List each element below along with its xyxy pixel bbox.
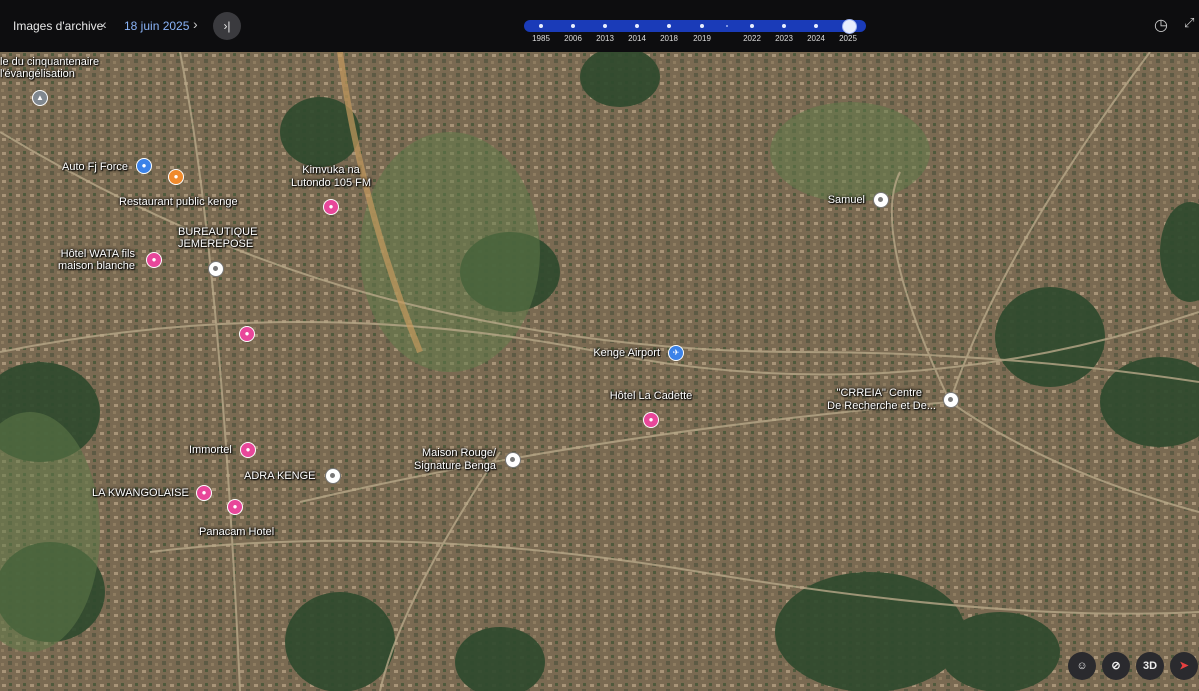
place-label[interactable]: maison blanche [58, 260, 135, 272]
place-label[interactable]: Signature Benga [414, 460, 496, 472]
location-pin-icon[interactable] [325, 468, 341, 484]
timeline-dot[interactable] [635, 24, 639, 28]
timeline-dot[interactable] [539, 24, 543, 28]
timeline-dot[interactable] [571, 24, 575, 28]
3d-button[interactable]: 3D [1136, 652, 1164, 680]
timeline-year[interactable]: 2024 [807, 34, 825, 43]
timeline-dot[interactable] [667, 24, 671, 28]
timeline-dot[interactable] [603, 24, 607, 28]
location-pin-icon[interactable] [943, 392, 959, 408]
archive-label: Images d'archive [13, 19, 104, 33]
satellite-imagery [0, 52, 1199, 691]
date-display: 18 juin 2025 [124, 19, 190, 33]
place-label[interactable]: Lutondo 105 FM [291, 177, 371, 189]
place-label[interactable]: Immortel [189, 444, 232, 456]
place-label[interactable]: Maison Rouge/ [422, 447, 496, 459]
chevron-right-icon[interactable]: › [193, 16, 198, 32]
place-label[interactable]: ADRA KENGE [244, 470, 316, 482]
top-toolbar: Images d'archive ‹ 18 juin 2025 › ›| 198… [0, 0, 1199, 52]
timeline-year[interactable]: 2006 [564, 34, 582, 43]
hotel-icon[interactable]: ● [240, 442, 256, 458]
place-label[interactable]: Samuel [828, 194, 865, 206]
radio-station-icon[interactable]: ● [323, 199, 339, 215]
restaurant-icon[interactable]: ● [168, 169, 184, 185]
place-label[interactable]: Kenge Airport [593, 347, 660, 359]
timeline-year[interactable]: 2022 [743, 34, 761, 43]
timeline-dot[interactable] [814, 24, 818, 28]
place-label[interactable]: "CRREIA" Centre [837, 387, 922, 399]
timeline-year[interactable]: 2014 [628, 34, 646, 43]
place-label[interactable]: De Recherche et De... [827, 400, 936, 412]
hotel-icon[interactable]: ● [227, 499, 243, 515]
timeline-year[interactable]: 2018 [660, 34, 678, 43]
chevron-left-icon[interactable]: ‹ [102, 16, 107, 32]
place-label[interactable]: le du cinquantenaire [0, 56, 99, 68]
hotel-icon[interactable]: ● [643, 412, 659, 428]
timeline-year[interactable]: 2025 [839, 34, 857, 43]
compass-icon[interactable]: ➤ [1170, 652, 1198, 680]
timeline-handle[interactable] [842, 19, 857, 34]
location-pin-icon[interactable] [208, 261, 224, 277]
airport-icon[interactable]: ✈ [668, 345, 684, 361]
place-label[interactable]: BUREAUTIQUE [178, 226, 257, 238]
timeline-dot[interactable] [782, 24, 786, 28]
hotel-icon[interactable]: ● [196, 485, 212, 501]
place-label[interactable]: l'évangélisation [0, 68, 75, 80]
pegman-icon[interactable]: ☺ [1068, 652, 1096, 680]
timeline-dot[interactable] [726, 25, 728, 27]
location-pin-icon[interactable] [505, 452, 521, 468]
place-label[interactable]: LA KWANGOLAISE [92, 487, 189, 499]
satellite-map[interactable]: le du cinquantenaire l'évangélisation ▲ … [0, 52, 1199, 691]
place-label[interactable]: Restaurant public kenge [119, 196, 238, 208]
hotel-icon[interactable]: ● [146, 252, 162, 268]
place-label[interactable]: Auto Fj Force [62, 161, 128, 173]
timeline-year[interactable]: 2013 [596, 34, 614, 43]
timeline-dot[interactable] [750, 24, 754, 28]
location-pin-icon[interactable] [873, 192, 889, 208]
no-tilt-icon[interactable]: ⊘ [1102, 652, 1130, 680]
place-label[interactable]: Hôtel WATA fils [61, 248, 135, 260]
place-label[interactable]: Panacam Hotel [199, 526, 274, 538]
fullscreen-icon[interactable]: ⤢ [1184, 15, 1194, 31]
place-label[interactable]: Kimvuka na [302, 164, 359, 176]
timeline-year[interactable]: 1985 [532, 34, 550, 43]
history-icon[interactable]: ◷ [1154, 15, 1168, 35]
timeline-year[interactable]: 2023 [775, 34, 793, 43]
timeline-slider[interactable] [524, 19, 866, 34]
timeline-year[interactable]: 2019 [693, 34, 711, 43]
hotel-icon[interactable]: ● [239, 326, 255, 342]
place-label[interactable]: Hôtel La Cadette [610, 390, 693, 402]
museum-icon[interactable]: ▲ [32, 90, 48, 106]
timeline-dot[interactable] [700, 24, 704, 28]
car-icon[interactable]: ● [136, 158, 152, 174]
skip-to-end-icon[interactable]: ›| [213, 12, 241, 40]
place-label[interactable]: JEMEREPOSE [178, 238, 253, 250]
